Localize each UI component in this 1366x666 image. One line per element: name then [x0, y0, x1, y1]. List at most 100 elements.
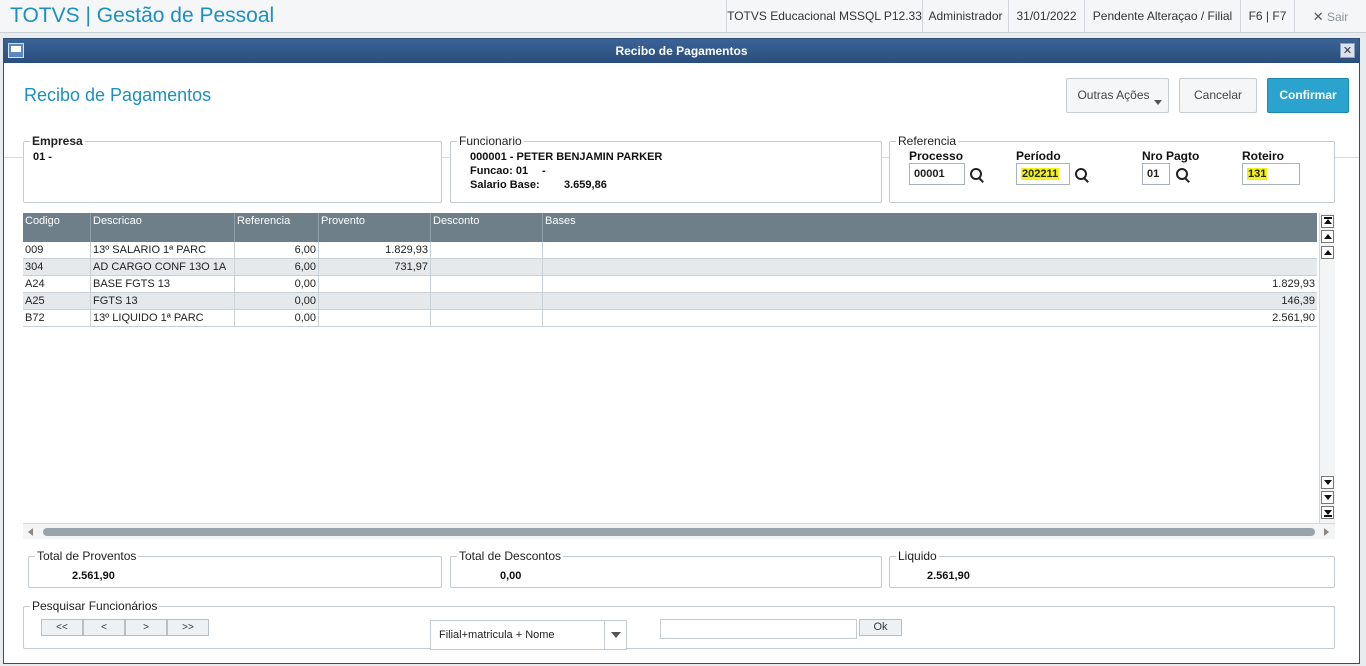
- scroll-right-icon[interactable]: [1324, 528, 1329, 536]
- nro-pagto-label: Nro Pagto: [1142, 149, 1200, 163]
- table-row[interactable]: 304 AD CARGO CONF 13O 1A 6,00 731,97: [23, 259, 1317, 276]
- search-order-select[interactable]: Filial+matricula + Nome: [430, 620, 627, 650]
- table-row[interactable]: 009 13º SALARIO 1ª PARC 6,00 1.829,93: [23, 242, 1317, 259]
- previous-record-button[interactable]: <: [83, 619, 125, 636]
- scroll-left-icon[interactable]: [28, 528, 33, 536]
- total-descontos-label: Total de Descontos: [457, 549, 564, 563]
- table-row[interactable]: A24 BASE FGTS 13 0,00 1.829,93: [23, 276, 1317, 293]
- chevron-down-icon[interactable]: [604, 621, 626, 649]
- cell-referencia: 0,00: [235, 276, 319, 293]
- pesquisar-legend: Pesquisar Funcionários: [30, 599, 160, 613]
- periodo-search-icon[interactable]: [1074, 167, 1090, 183]
- cancel-button[interactable]: Cancelar: [1179, 78, 1257, 113]
- dialog-close-button[interactable]: ✕: [1340, 43, 1355, 58]
- next-record-button[interactable]: >: [125, 619, 167, 636]
- cell-codigo: A24: [23, 276, 91, 293]
- cell-descricao: AD CARGO CONF 13O 1A: [91, 259, 235, 276]
- nro-pagto-field[interactable]: 01: [1142, 163, 1170, 185]
- user-info[interactable]: Administrador: [922, 0, 1008, 33]
- cell-referencia: 6,00: [235, 259, 319, 276]
- horizontal-scroll-thumb[interactable]: [43, 528, 1315, 536]
- funcionario-name: 000001 - PETER BENJAMIN PARKER: [470, 151, 663, 163]
- grid-header: Codigo Descricao Referencia Provento Des…: [23, 213, 1317, 242]
- scroll-up-icon[interactable]: [1321, 246, 1334, 259]
- table-row[interactable]: B72 13º LIQUIDO 1ª PARC 0,00 2.561,90: [23, 310, 1317, 327]
- roteiro-field[interactable]: 131: [1242, 163, 1300, 185]
- cell-provento: [319, 276, 431, 293]
- roteiro-label: Roteiro: [1242, 149, 1284, 163]
- cell-provento: 1.829,93: [319, 242, 431, 259]
- funcionario-group: Funcionario 000001 - PETER BENJAMIN PARK…: [450, 134, 882, 203]
- cell-bases: 1.829,93: [1272, 278, 1315, 290]
- salario-value: 3.659,86: [564, 179, 607, 191]
- confirm-button[interactable]: Confirmar: [1267, 78, 1349, 113]
- close-icon: ✕: [1312, 9, 1324, 24]
- col-referencia[interactable]: Referencia: [235, 213, 319, 242]
- nro-pagto-search-icon[interactable]: [1175, 167, 1191, 183]
- col-provento[interactable]: Provento: [319, 213, 431, 242]
- col-bases[interactable]: Bases: [543, 213, 1317, 242]
- outras-acoes-label: Outras Ações: [1077, 88, 1150, 102]
- ok-button[interactable]: Ok: [859, 619, 902, 636]
- cell-provento: [319, 293, 431, 310]
- shortcuts-info[interactable]: F6 | F7: [1240, 0, 1294, 33]
- exit-label: Sair: [1326, 10, 1349, 24]
- col-desconto[interactable]: Desconto: [431, 213, 543, 242]
- cell-descricao: FGTS 13: [91, 293, 235, 310]
- window-icon: [8, 43, 24, 58]
- last-record-button[interactable]: >>: [167, 619, 209, 636]
- cell-codigo: B72: [23, 310, 91, 327]
- top-bar: TOTVS | Gestão de Pessoal TOTVS Educacio…: [0, 0, 1366, 56]
- cell-codigo: A25: [23, 293, 91, 310]
- search-input[interactable]: [660, 619, 857, 639]
- table-row[interactable]: A25 FGTS 13 0,00 146,39: [23, 293, 1317, 310]
- periodo-value: 202211: [1021, 168, 1060, 180]
- outras-acoes-button[interactable]: Outras Ações: [1066, 78, 1169, 113]
- liquido-group: Liquido 2.561,90: [889, 549, 1335, 588]
- cell-descricao: 13º LIQUIDO 1ª PARC: [91, 310, 235, 327]
- environment-info[interactable]: TOTVS Educacional MSSQL P12.33: [726, 0, 922, 33]
- status-info[interactable]: Pendente Alteraçao / Filial 01: [1084, 0, 1240, 56]
- dialog-titlebar: Recibo de Pagamentos ✕: [4, 39, 1359, 63]
- scroll-down-icon[interactable]: [1321, 476, 1334, 489]
- scroll-top-icon[interactable]: [1321, 215, 1334, 228]
- cell-desconto: [431, 293, 543, 310]
- exit-button[interactable]: ✕ Sair: [1294, 0, 1366, 33]
- processo-value: 00001: [914, 168, 945, 180]
- cell-bases: 2.561,90: [1272, 312, 1315, 324]
- referencia-legend: Referencia: [896, 134, 959, 148]
- cell-provento: 731,97: [319, 259, 431, 276]
- first-record-button[interactable]: <<: [41, 619, 83, 636]
- cell-referencia: 0,00: [235, 310, 319, 327]
- cell-referencia: 0,00: [235, 293, 319, 310]
- total-proventos-group: Total de Proventos 2.561,90: [28, 549, 442, 588]
- liquido-value: 2.561,90: [927, 570, 970, 582]
- roteiro-value: 131: [1247, 168, 1268, 180]
- horizontal-scrollbar[interactable]: [23, 523, 1335, 539]
- processo-search-icon[interactable]: [969, 167, 985, 183]
- cell-desconto: [431, 259, 543, 276]
- vertical-scrollbar[interactable]: [1319, 213, 1335, 523]
- scroll-page-down-icon[interactable]: [1321, 491, 1334, 504]
- cell-descricao: BASE FGTS 13: [91, 276, 235, 293]
- funcao-value: -: [542, 165, 546, 177]
- scroll-page-up-icon[interactable]: [1321, 230, 1334, 243]
- processo-field[interactable]: 00001: [909, 163, 965, 185]
- cell-referencia: 6,00: [235, 242, 319, 259]
- total-descontos-value: 0,00: [500, 570, 522, 582]
- total-descontos-group: Total de Descontos 0,00: [450, 549, 882, 588]
- date-info[interactable]: 31/01/2022: [1008, 0, 1084, 33]
- verbas-grid: Codigo Descricao Referencia Provento Des…: [23, 213, 1336, 539]
- empresa-group: Empresa 01 -: [23, 134, 442, 203]
- col-codigo[interactable]: Codigo: [23, 213, 91, 242]
- funcao-label: Funcao: 01: [470, 165, 529, 177]
- scroll-bottom-icon[interactable]: [1321, 506, 1334, 519]
- liquido-label: Liquido: [896, 549, 939, 563]
- processo-label: Processo: [909, 149, 964, 163]
- col-descricao[interactable]: Descricao: [91, 213, 235, 242]
- cell-bases: 146,39: [1281, 295, 1315, 307]
- funcionario-legend: Funcionario: [457, 134, 524, 148]
- cell-desconto: [431, 310, 543, 327]
- periodo-field[interactable]: 202211: [1016, 163, 1070, 185]
- cell-bases: [543, 259, 1317, 276]
